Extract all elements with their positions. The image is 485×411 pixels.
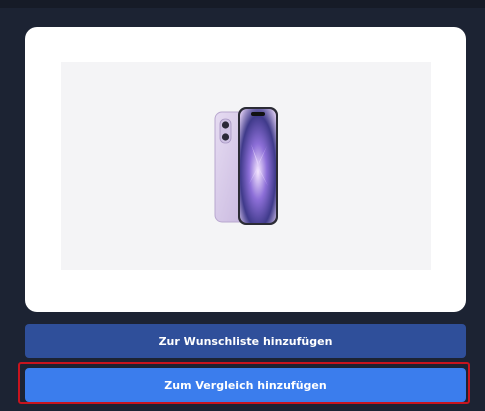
- add-to-wishlist-button[interactable]: Zur Wunschliste hinzufügen: [25, 324, 466, 358]
- iphone-image-icon: [211, 104, 281, 229]
- add-to-compare-button[interactable]: Zum Vergleich hinzufügen: [25, 368, 466, 402]
- product-image-card: [25, 27, 466, 312]
- top-strip: [0, 0, 485, 8]
- product-image[interactable]: [61, 62, 431, 270]
